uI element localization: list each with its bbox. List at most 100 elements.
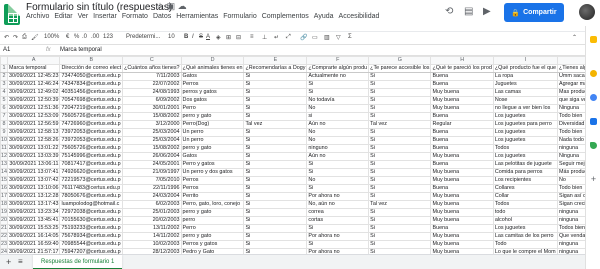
row-number[interactable]: 12	[0, 152, 8, 161]
cell[interactable]: 6/02/2003	[122, 200, 182, 209]
cell[interactable]: Si	[243, 72, 308, 81]
cell[interactable]: 30/09/2021 13:03:39	[6, 152, 61, 161]
cell[interactable]: Comida para perros	[492, 168, 558, 177]
menu-item[interactable]: Insertar	[93, 13, 117, 20]
cell[interactable]: ninguna	[556, 144, 585, 153]
cell[interactable]: Si	[368, 160, 432, 169]
cell[interactable]: 73474050@certus.edu.p	[59, 72, 124, 81]
cell[interactable]: correa	[306, 208, 370, 217]
menu-item[interactable]: Archivo	[26, 13, 49, 20]
tasks-icon[interactable]	[590, 94, 597, 101]
cell[interactable]: 24/05/2001	[122, 160, 182, 169]
cell[interactable]: 75193233@certus.edu.p	[59, 224, 124, 233]
tab-responses[interactable]: Respuestas de formulario 1	[33, 255, 123, 269]
cell[interactable]: Si	[368, 112, 432, 121]
cell[interactable]: 75145996@certus.edu.p	[59, 152, 124, 161]
plus-icon[interactable]: +	[590, 175, 597, 184]
cell[interactable]: Si	[368, 72, 432, 81]
comment-add-icon[interactable]: ▭	[312, 34, 318, 41]
cell[interactable]: 70547698@certus.edu.p	[59, 96, 124, 105]
cell[interactable]: 30/09/2021 13:23:34	[6, 208, 61, 217]
number-format-button[interactable]: 123	[103, 34, 113, 40]
cell[interactable]: Por ahora no	[306, 232, 370, 241]
column-header[interactable]: B	[59, 56, 124, 65]
cell[interactable]: perro y gato	[180, 112, 245, 121]
cell[interactable]: Perro y gatos	[180, 160, 245, 169]
row-number[interactable]: 19	[0, 208, 8, 217]
cell[interactable]: Si	[306, 80, 370, 89]
row-number[interactable]: 10	[0, 136, 8, 145]
menu-item[interactable]: Herramientas	[176, 13, 218, 20]
increase-decimal-button[interactable]: .00	[91, 34, 99, 40]
cell[interactable]: 20/02/2003	[122, 216, 182, 225]
borders-icon[interactable]: ⊞	[226, 34, 231, 41]
menu-item[interactable]: Accesibilidad	[339, 13, 380, 20]
cell[interactable]: Buena	[430, 136, 494, 145]
menu-item[interactable]: Complementos	[262, 13, 309, 20]
document-title[interactable]: Formulario sin título (respuestas)	[26, 2, 172, 13]
cell[interactable]: Collar	[492, 192, 558, 201]
cell[interactable]: 24/03/2004	[122, 192, 182, 201]
cell[interactable]: 73972053@certus.edu.p	[59, 128, 124, 137]
cell[interactable]: Si	[243, 184, 308, 193]
merge-icon[interactable]: ⊟	[236, 34, 241, 41]
cell[interactable]: Si	[243, 144, 308, 153]
star-icon[interactable]: ☆ ▣ ☁	[156, 1, 187, 12]
cell[interactable]: ¿Cuántos años tienes?	[122, 64, 182, 73]
cell[interactable]: 6/09/2002	[122, 96, 182, 105]
strikethrough-button[interactable]: S	[199, 34, 203, 40]
cell[interactable]: Si	[368, 152, 432, 161]
cell[interactable]: 21/09/1997	[122, 168, 182, 177]
cell[interactable]: Muy buena	[430, 176, 494, 185]
contacts-icon[interactable]	[590, 118, 597, 125]
cell[interactable]: Si	[243, 80, 308, 89]
sheet-list-icon[interactable]: ≡	[18, 257, 23, 266]
cell[interactable]: Si	[306, 224, 370, 233]
row-number[interactable]: 5	[0, 96, 8, 105]
cell[interactable]: Perros y gatos	[180, 240, 245, 249]
fill-color-icon[interactable]: ◈	[216, 34, 221, 41]
cell[interactable]: ¿Comprarte algún produ	[306, 64, 370, 73]
cell[interactable]: Si	[306, 240, 370, 249]
cell[interactable]: 74347834@certus.edu.p	[59, 80, 124, 89]
cell[interactable]: Si	[368, 240, 432, 249]
cell[interactable]: si	[306, 112, 370, 121]
cell[interactable]: 73972053@certus.edu.p	[59, 136, 124, 145]
cell[interactable]: Si	[368, 184, 432, 193]
row-number[interactable]: 2	[0, 72, 8, 81]
cell[interactable]: Buena	[430, 184, 494, 193]
cell[interactable]: 3/12/2000	[122, 120, 182, 129]
meet-icon[interactable]: ▶	[483, 6, 491, 17]
cell[interactable]: Por ahora no	[306, 192, 370, 201]
cell[interactable]: Gatos	[180, 152, 245, 161]
cell[interactable]: Si	[243, 200, 308, 209]
cell[interactable]: Si	[368, 224, 432, 233]
cell[interactable]: Los juguetes para perro	[492, 120, 558, 129]
cell[interactable]: Si	[243, 104, 308, 113]
cell[interactable]: Buena	[430, 128, 494, 137]
cell[interactable]: Muy buena	[430, 200, 494, 209]
cell[interactable]: 40351456@certus.edu.p	[59, 88, 124, 97]
cell[interactable]: Si	[243, 176, 308, 185]
cell[interactable]: ¿Qué animales tienes en	[180, 64, 245, 73]
wrap-icon[interactable]: ↵	[274, 34, 279, 41]
cell[interactable]: 72047219@certus.edu.p	[59, 104, 124, 113]
cell[interactable]: Si	[368, 144, 432, 153]
cell[interactable]: Todo bien	[556, 128, 585, 137]
chart-icon[interactable]: ▥	[324, 34, 330, 41]
bold-button[interactable]: B	[184, 34, 188, 40]
cell[interactable]: ninguna	[556, 208, 585, 217]
cell[interactable]: Regular	[430, 120, 494, 129]
cell[interactable]: Muy buena	[430, 240, 494, 249]
redo-icon[interactable]: ↷	[13, 34, 18, 41]
cell[interactable]: Gatos	[180, 72, 245, 81]
cell[interactable]: 7/05/2010	[122, 176, 182, 185]
cell[interactable]: Muy buena	[430, 152, 494, 161]
cell[interactable]: 75678934@certus.edu.p	[59, 232, 124, 241]
column-header[interactable]: C	[122, 56, 182, 65]
cell[interactable]: Si	[368, 208, 432, 217]
cell[interactable]: 10/02/2003	[122, 240, 182, 249]
cell[interactable]: alcohol	[492, 216, 558, 225]
cell[interactable]: 30/09/2021 12:56:59	[6, 120, 61, 129]
cell[interactable]: Juguetes	[492, 80, 558, 89]
